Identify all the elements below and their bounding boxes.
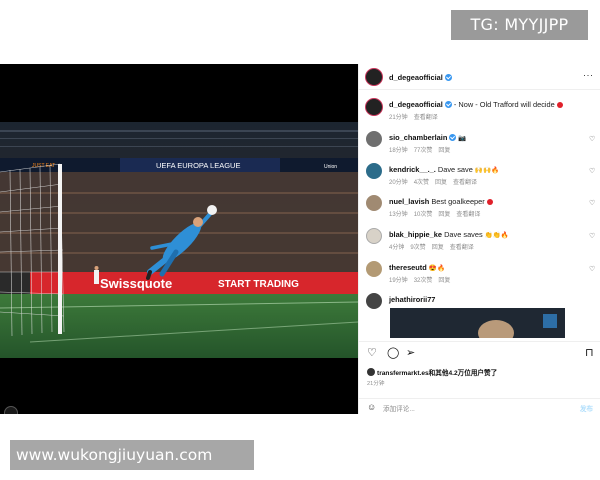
caption-translate-link[interactable]: 查看翻译 [414,115,438,121]
banner-small-right: Union [324,164,337,170]
comment-line: blak_hippie_ke Dave saves 👏👏🔥 [389,230,509,239]
comment-emoji: 😍🔥 [428,265,446,272]
comment-avatar[interactable] [366,261,382,277]
translate-link[interactable]: 查看翻译 [456,212,480,218]
comment-like-heart-icon[interactable]: ♡ [589,135,595,143]
caption-text: Now - Old Trafford will decide [458,100,555,109]
caption-line: d_degeaofficial - Now - Old Trafford wil… [389,100,563,109]
thumbnail-logo-icon [543,314,557,328]
author-username[interactable]: d_degeaofficial [389,73,452,82]
comment-text: Dave save [437,165,473,174]
goalkeeper-save-image: UEFA EUROPA LEAGUE JUST EAT Union Swissq… [0,122,358,358]
author-avatar[interactable] [365,68,383,86]
comment-line: nuel_lavish Best goalkeeper [389,197,493,206]
comment-meta: 18分钟 77次赞 回复 [389,148,451,154]
post-photo[interactable]: UEFA EUROPA LEAGUE JUST EAT Union Swissq… [0,64,358,414]
comment-avatar[interactable] [366,195,382,211]
comment-meta: 20分钟 4次赞 回复 查看翻译 [389,180,478,186]
comment-avatar[interactable] [366,131,382,147]
caption-meta: 21分钟 查看翻译 [389,112,444,121]
caption-username[interactable]: d_degeaofficial [389,100,443,109]
ad-left-text: Swissquote [100,276,172,291]
comment-meta: 19分钟 32次赞 回复 [389,278,451,284]
verified-badge-icon [449,134,457,141]
comment-username[interactable]: jehathirorii77 [389,295,435,304]
verified-badge-icon [444,74,452,81]
comment-avatar[interactable] [366,163,382,179]
comment-likes[interactable]: 4次赞 [414,180,429,186]
comment-line: kendrick__._. Dave save 🙌🙌🔥 [389,165,499,174]
watermark-bottom: www.wukongjiuyuan.com [10,440,254,470]
comment-line: thereseutd 😍🔥 [389,263,445,272]
comment-username[interactable]: nuel_lavish [389,197,429,206]
post-header: d_degeaofficial ··· [359,64,600,90]
reply-link[interactable]: 回复 [438,148,450,154]
caption-time: 21分钟 [389,115,408,121]
red-heart-emoji [486,199,493,205]
comment-likes[interactable]: 32次赞 [414,278,433,284]
like-heart-icon[interactable]: ♡ [367,346,377,359]
likes-summary[interactable]: transfermarkt.es和其他4.2万位用户赞了 [367,367,497,377]
comment-text: 📷 [458,135,467,142]
watermark-top: TG: MYYJJPP [451,10,588,40]
ad-right-text: START TRADING [218,279,299,290]
comment-likes[interactable]: 9次赞 [410,245,425,251]
comment-username[interactable]: blak_hippie_ke [389,230,442,239]
red-circle-emoji [556,102,563,108]
banner-text: UEFA EUROPA LEAGUE [156,161,240,170]
comment-icon[interactable]: ◯ [387,346,399,359]
bookmark-icon[interactable]: ⊓ [585,346,594,359]
comment-username[interactable]: sio_chamberlain [389,133,447,142]
post-comment-button[interactable]: 发布 [580,403,593,413]
comment-likes[interactable]: 10次赞 [414,212,433,218]
comment-username[interactable]: kendrick__._. [389,165,436,174]
translate-link[interactable]: 查看翻译 [453,180,477,186]
liker-avatar [367,368,375,376]
post-side-panel: d_degeaofficial ··· d_degeaofficial - No… [358,64,600,414]
comment-like-heart-icon[interactable]: ♡ [589,199,595,207]
reply-link[interactable]: 回复 [438,212,450,218]
comment-avatar[interactable] [366,228,382,244]
comment-like-heart-icon[interactable]: ♡ [589,167,595,175]
comment-likes[interactable]: 77次赞 [414,148,433,154]
comment-meta: 4分钟 9次赞 回复 查看翻译 [389,245,474,251]
comment-line: sio_chamberlain 📷 [389,133,466,142]
comment-like-heart-icon[interactable]: ♡ [589,265,595,273]
comment-text: Dave saves [444,230,483,239]
reply-link[interactable]: 回复 [438,278,450,284]
emoji-smile-icon[interactable]: ☺ [367,402,376,412]
instagram-post-page: TG: MYYJJPP UEFA EUROPA LEAGUE Union Swi… [0,0,600,480]
comment-emoji: 👏👏🔥 [484,232,510,239]
add-comment-bar: ☺ 添加评论... 发布 [359,398,600,414]
comment-video-thumbnail[interactable] [390,308,565,338]
comment-username[interactable]: thereseutd [389,263,427,272]
translate-link[interactable]: 查看翻译 [450,245,474,251]
comment-like-heart-icon[interactable]: ♡ [589,232,595,240]
add-comment-input[interactable]: 添加评论... [383,403,415,413]
reply-link[interactable]: 回复 [432,245,444,251]
verified-badge-icon [444,101,452,108]
comment-emoji: 🙌🙌🔥 [474,167,500,174]
comment-meta: 13分钟 10次赞 回复 查看翻译 [389,212,481,218]
comment-avatar[interactable] [366,293,382,309]
comment-text: Best goalkeeper [431,197,485,206]
tagged-user-icon[interactable] [4,406,18,414]
share-paper-plane-icon[interactable]: ➢ [406,346,415,359]
more-options-icon[interactable]: ··· [583,70,594,80]
post-actions-bar: ♡ ◯ ➢ ⊓ [359,341,600,359]
comment-line: jehathirorii77 [389,295,435,304]
post-time: 21分钟 [367,381,385,387]
reply-link[interactable]: 回复 [435,180,447,186]
caption-avatar[interactable] [365,98,383,116]
